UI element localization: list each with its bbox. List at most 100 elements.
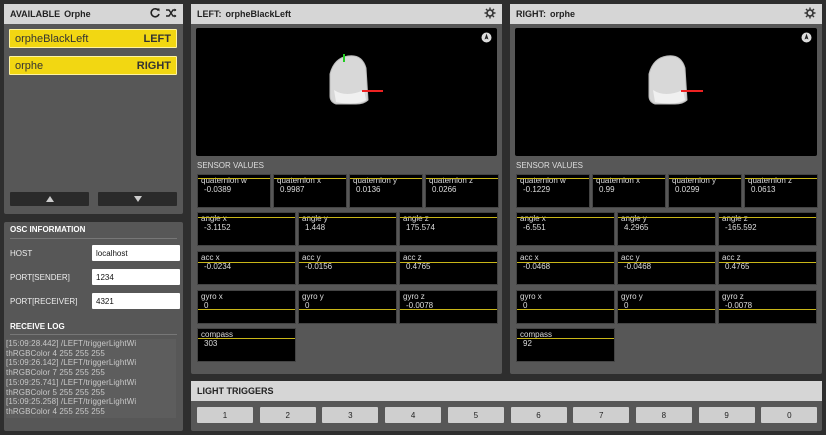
sensor-label: acc x [201, 253, 220, 262]
sensor-value: 92 [523, 339, 532, 348]
log-line: [15:09:25.741] /LEFT/triggerLightWi [6, 377, 137, 387]
sensor-cell-qx: quaternion x 0.99 [592, 174, 666, 208]
left-header-name: orpheBlackLeft [225, 9, 292, 19]
light-trigger-button[interactable]: 0 [761, 407, 818, 423]
sensor-cell-az: angle z 175.574 [399, 212, 498, 246]
sensor-value: -0.0234 [204, 262, 232, 271]
log-line: thRGBColor 5 255 255 255 [6, 387, 105, 397]
sensor-label: angle x [201, 214, 227, 223]
device-name: orpheBlackLeft [15, 32, 89, 45]
left-3d-viewer[interactable] [196, 28, 497, 156]
sensor-cell-cx: acc x -0.0234 [197, 251, 296, 285]
shuffle-icon[interactable] [165, 7, 177, 19]
compass-icon[interactable] [481, 32, 492, 43]
host-input[interactable]: localhost [92, 245, 180, 261]
sensor-label: gyro x [520, 292, 542, 301]
sensor-cell-cx: acc x -0.0468 [516, 251, 615, 285]
sensor-cell-qy: quaternion y 0.0136 [349, 174, 423, 208]
sensor-trace-line [299, 262, 396, 263]
sensor-trace-line [426, 178, 498, 179]
light-trigger-button[interactable]: 2 [259, 407, 316, 423]
right-header-name: orphe [550, 9, 576, 19]
sensor-value: 1.448 [305, 223, 326, 232]
log-line: thRGBColor 7 255 255 255 [6, 368, 105, 378]
sensor-value: -0.0156 [305, 262, 333, 271]
arrow-down-icon [133, 196, 142, 202]
move-down-button[interactable] [98, 192, 177, 206]
shoe-model [648, 55, 703, 105]
gear-icon[interactable] [484, 7, 496, 19]
sensor-cell-ay: angle y 4.2965 [617, 212, 716, 246]
arrow-up-icon [45, 196, 54, 202]
sensor-label: gyro y [302, 292, 324, 301]
receiver-port-input[interactable]: 4321 [92, 293, 180, 309]
sensor-trace-line [517, 338, 614, 339]
sensor-cell-qw: quaternion w -0.1229 [516, 174, 590, 208]
sensor-trace-line [618, 309, 715, 310]
host-label: HOST [10, 249, 33, 258]
sensor-label: acc y [302, 253, 321, 262]
light-trigger-button[interactable]: 9 [698, 407, 755, 423]
sensor-cell-qw: quaternion w -0.0389 [197, 174, 271, 208]
sensor-label: angle x [520, 214, 546, 223]
compass-icon[interactable] [801, 32, 812, 43]
receive-log[interactable]: [15:09:28.442] /LEFT/triggerLightWi thRGB… [6, 339, 176, 418]
gear-icon[interactable] [804, 7, 816, 19]
light-trigger-button[interactable]: 6 [510, 407, 567, 423]
sensor-label: gyro y [621, 292, 643, 301]
sensor-value: -0.0468 [523, 262, 551, 271]
left-header: LEFT: orpheBlackLeft [191, 4, 502, 24]
light-trigger-button[interactable]: 7 [573, 407, 630, 423]
sender-port-label: PORT[SENDER] [10, 273, 70, 282]
log-line: [15:09:25.258] /LEFT/triggerLightWi [6, 397, 137, 407]
sensor-cell-ax: angle x -3.1152 [197, 212, 296, 246]
shoe-model [329, 54, 383, 105]
move-up-button[interactable] [10, 192, 89, 206]
sensor-value: -165.592 [725, 223, 757, 232]
sensor-label: acc z [722, 253, 741, 262]
sensor-trace-line [719, 262, 816, 263]
sensor-trace-line [517, 309, 614, 310]
device-item-right[interactable]: orphe RIGHT [9, 56, 177, 75]
sensor-trace-line [350, 178, 422, 179]
device-side: LEFT [143, 32, 172, 45]
light-trigger-button[interactable]: 4 [385, 407, 442, 423]
sensor-label: gyro x [201, 292, 223, 301]
sensor-cell-cz: acc z 0.4765 [718, 251, 817, 285]
sensor-trace-line [198, 262, 295, 263]
device-item-left[interactable]: orpheBlackLeft LEFT [9, 29, 177, 48]
sensor-label: acc x [520, 253, 539, 262]
log-line: [15:09:28.442] /LEFT/triggerLightWi [6, 339, 137, 348]
light-trigger-button[interactable]: 8 [635, 407, 692, 423]
sensor-cell-gz: gyro z -0.0078 [718, 290, 817, 324]
right-3d-viewer[interactable] [515, 28, 817, 156]
sensor-cell-ax: angle x -6.551 [516, 212, 615, 246]
sensor-cell-ay: angle y 1.448 [298, 212, 397, 246]
refresh-icon[interactable] [149, 7, 161, 19]
osc-title: OSC INFORMATION [10, 225, 86, 234]
sensor-label: angle y [621, 214, 647, 223]
sensor-trace-line [719, 217, 816, 218]
sensor-trace-line [198, 309, 295, 310]
sensor-label: gyro z [722, 292, 744, 301]
device-side: RIGHT [136, 59, 171, 72]
light-trigger-button[interactable]: 3 [322, 407, 379, 423]
sender-port-input[interactable]: 1234 [92, 269, 180, 285]
sensor-cell-cp: compass 92 [516, 328, 615, 362]
sensor-value: 303 [204, 339, 218, 348]
sensor-value: 4.2965 [624, 223, 649, 232]
log-line: [15:09:24.858] /LEFT/triggerLightWi [6, 417, 176, 418]
sensor-cell-gy: gyro y0 [617, 290, 716, 324]
light-trigger-button[interactable]: 5 [447, 407, 504, 423]
light-trigger-button[interactable]: 1 [197, 407, 253, 423]
sensor-value: 0.0136 [356, 185, 381, 194]
right-header-label: RIGHT: [516, 9, 546, 19]
sensor-trace-line [517, 262, 614, 263]
log-line: thRGBColor 4 255 255 255 [6, 406, 105, 416]
sensor-trace-line [299, 309, 396, 310]
sensor-trace-line [669, 178, 741, 179]
sensor-value: 0.4765 [406, 262, 431, 271]
sensor-label: angle y [302, 214, 328, 223]
sensor-trace-line [517, 217, 614, 218]
sensor-value: -3.1152 [204, 223, 231, 232]
